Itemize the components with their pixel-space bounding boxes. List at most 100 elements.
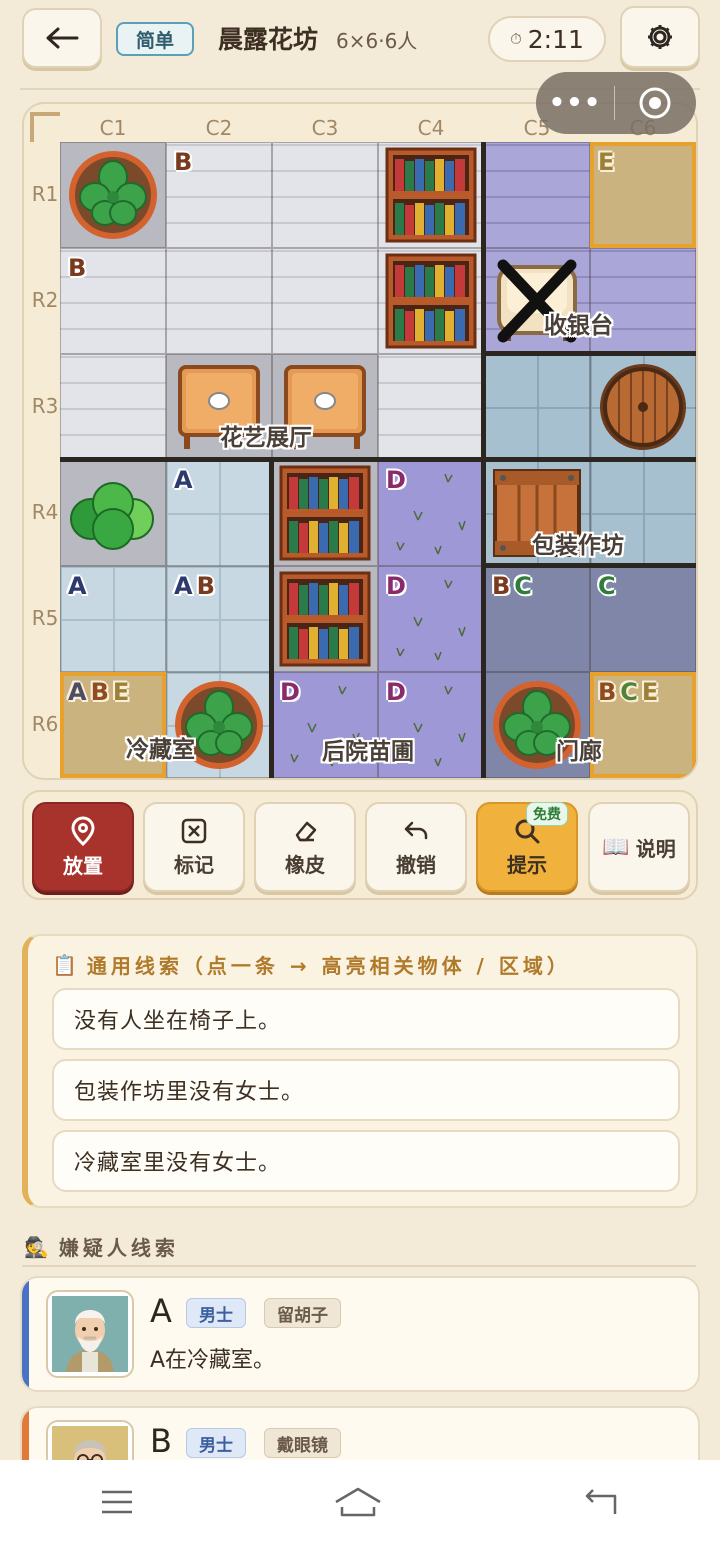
room-wall: [269, 460, 274, 778]
suspect-marks: D: [280, 678, 304, 706]
difficulty-badge: 简单: [116, 22, 194, 56]
room-wall: [484, 563, 696, 568]
board-cell[interactable]: [272, 566, 378, 672]
help-label: 说明: [635, 836, 676, 861]
back-button[interactable]: [22, 8, 102, 68]
board-cell[interactable]: [272, 248, 378, 354]
general-clues-title: 通用线索（点一条 → 高亮相关物体 / 区域）: [86, 954, 571, 978]
board-cell[interactable]: [378, 142, 484, 248]
place-tool-button[interactable]: 放置: [32, 802, 134, 892]
undo-label: 撤销: [396, 852, 436, 877]
detective-icon: 🕵: [24, 1234, 49, 1259]
room-wall: [481, 142, 486, 460]
gear-icon: [648, 25, 672, 49]
barrel-object: [590, 354, 696, 460]
timer: ⏱ 2:11: [488, 16, 606, 62]
board-cell[interactable]: [272, 142, 378, 248]
eraser-icon: [295, 821, 317, 841]
suspect-marks: AB: [174, 572, 219, 600]
room-label: 包装作坊: [532, 533, 624, 559]
timer-value: 2:11: [527, 24, 584, 54]
board-cell[interactable]: A: [166, 460, 272, 566]
row-label: R4: [31, 500, 59, 524]
board-cell[interactable]: B: [166, 142, 272, 248]
suspect-id: A: [150, 1292, 172, 1330]
board-cell[interactable]: D: [378, 566, 484, 672]
board-cell[interactable]: AB: [166, 566, 272, 672]
board-cell[interactable]: [60, 142, 166, 248]
clue-item[interactable]: 没有人坐在椅子上。: [52, 988, 680, 1050]
board-cell[interactable]: [378, 248, 484, 354]
close-miniprogram-button[interactable]: [615, 86, 695, 120]
board-cell[interactable]: B: [60, 248, 166, 354]
general-clues-panel: 📋 通用线索（点一条 → 高亮相关物体 / 区域） 没有人坐在椅子上。 包装作坊…: [22, 934, 698, 1208]
suspect-marks: A: [174, 466, 197, 494]
row-label: R5: [31, 606, 59, 630]
board-cell[interactable]: D: [378, 460, 484, 566]
row-label: R2: [31, 288, 59, 312]
help-button[interactable]: 📖 说明: [588, 802, 690, 892]
suspect-marks: B: [174, 148, 197, 176]
board-cell[interactable]: [378, 354, 484, 460]
avatar: [46, 1290, 134, 1378]
mini-program-capsule[interactable]: •••: [536, 72, 696, 134]
clue-item[interactable]: 包装作坊里没有女士。: [52, 1059, 680, 1121]
board-cell[interactable]: C: [590, 566, 696, 672]
bookshelf-object: [272, 460, 378, 566]
clipboard-icon: 📋: [52, 952, 77, 977]
cell-highlight: [590, 142, 696, 248]
clue-item[interactable]: 冷藏室里没有女士。: [52, 1130, 680, 1192]
arrow-left-icon: [46, 27, 79, 49]
bookshelf-object: [378, 248, 484, 354]
home-icon[interactable]: [333, 1485, 383, 1519]
board-cell[interactable]: BC: [484, 566, 590, 672]
room-label: 门廊: [556, 739, 602, 765]
mark-tool-button[interactable]: 标记: [143, 802, 245, 892]
board-cell[interactable]: [590, 354, 696, 460]
trait-tag: 留胡子: [264, 1298, 341, 1328]
row-label: R6: [31, 712, 59, 736]
column-label: C4: [417, 116, 445, 140]
board-cell[interactable]: [484, 142, 590, 248]
bookshelf-object: [272, 566, 378, 672]
bush-object: [60, 460, 166, 566]
room-label: 后院苗圃: [322, 739, 414, 765]
puzzle-board: C1C2C3C4C5C6 R1R2R3R4R5R6 BEBADAABDBCCAB…: [22, 102, 698, 780]
back-nav-icon[interactable]: [581, 1487, 621, 1517]
mark-tool-label: 标记: [174, 852, 214, 877]
suspect-marks: D: [386, 466, 410, 494]
eraser-tool-label: 橡皮: [285, 852, 325, 877]
board-cell[interactable]: [60, 460, 166, 566]
board-corner-mark: [30, 112, 60, 142]
board-cell[interactable]: [484, 354, 590, 460]
trait-tag: 戴眼镜: [264, 1428, 341, 1458]
board-cell[interactable]: [166, 248, 272, 354]
suspect-card-a[interactable]: A 男士 留胡子 A在冷藏室。: [20, 1276, 700, 1392]
bookshelf-object: [378, 142, 484, 248]
column-label: C2: [205, 116, 233, 140]
undo-button[interactable]: 撤销: [365, 802, 467, 892]
more-icon[interactable]: •••: [536, 88, 614, 118]
suspect-clues-header: 🕵 嫌疑人线索: [24, 1232, 179, 1261]
column-label: C3: [311, 116, 339, 140]
suspect-marks: D: [386, 572, 410, 600]
gender-tag: 男士: [186, 1298, 246, 1328]
menu-icon[interactable]: [99, 1487, 135, 1517]
gender-tag: 男士: [186, 1428, 246, 1458]
suspect-marks: B: [68, 254, 91, 282]
free-badge: 免费: [526, 802, 568, 826]
plant-object: [60, 142, 166, 248]
board-cell[interactable]: [272, 460, 378, 566]
top-bar: 简单 晨露花坊 6×6·6人 ⏱ 2:11: [0, 0, 720, 80]
board-grid: B E B A D A AB D BC C ABE D D BCE 花艺展厅 收银台 包装作坊 冷藏室 后院苗圃 门廊: [60, 142, 696, 778]
undo-icon: [404, 821, 428, 839]
hint-button[interactable]: 免费 提示: [476, 802, 578, 892]
target-icon: [639, 87, 671, 119]
eraser-tool-button[interactable]: 橡皮: [254, 802, 356, 892]
room-label: 冷藏室: [126, 737, 195, 763]
settings-button[interactable]: [620, 6, 700, 68]
board-cell[interactable]: [60, 354, 166, 460]
board-cell[interactable]: A: [60, 566, 166, 672]
bearded-man-portrait: [52, 1296, 128, 1372]
suspect-color-stripe: [22, 1278, 29, 1390]
